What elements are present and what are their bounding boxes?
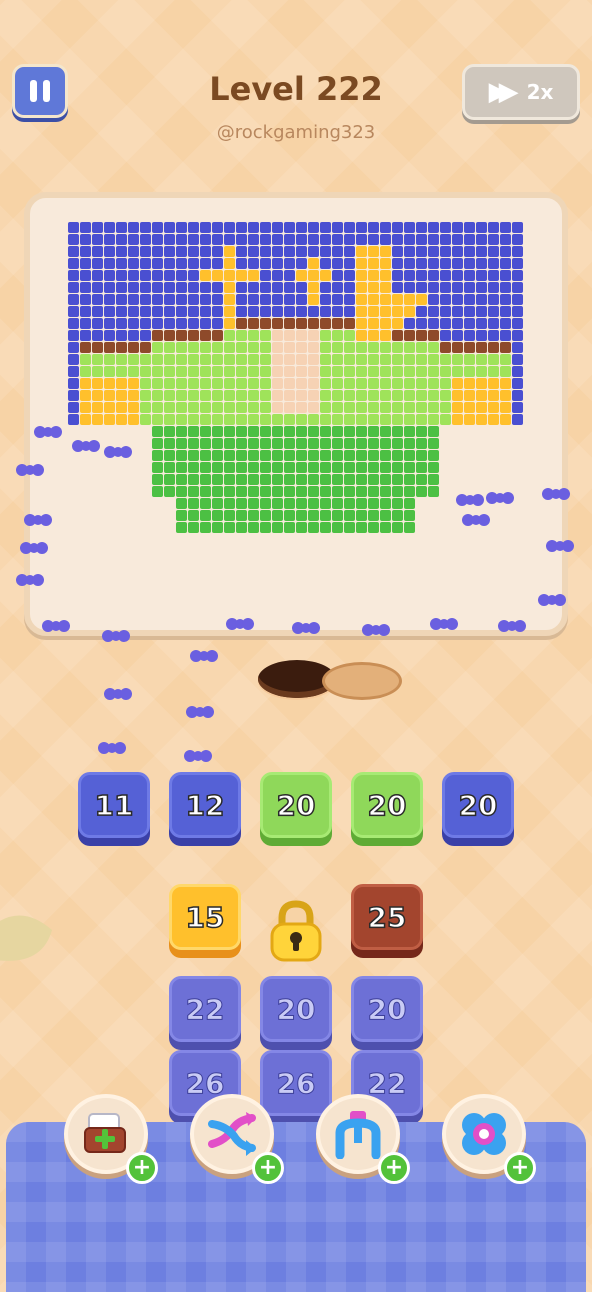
grid-box-r2c3[interactable]: 20: [351, 976, 423, 1042]
grid-box-brown[interactable]: 25: [351, 884, 423, 950]
queue-box-4[interactable]: 20: [351, 772, 423, 838]
add-booster-plus-1[interactable]: +: [126, 1152, 158, 1184]
add-booster-plus-4[interactable]: +: [504, 1152, 536, 1184]
grid-box-r2c1[interactable]: 22: [169, 976, 241, 1042]
queue-box-5[interactable]: 20: [442, 772, 514, 838]
pixel-art-moth: [68, 222, 523, 533]
queue-box-2[interactable]: 12: [169, 772, 241, 838]
add-box-booster-icon: [84, 1113, 126, 1153]
fast-forward-icon: ▶▶: [488, 77, 519, 107]
queue-box-1[interactable]: 11: [78, 772, 150, 838]
grid-box-r3c2[interactable]: 26: [260, 1050, 332, 1116]
shuffle-arrows-booster-icon: [208, 1112, 256, 1156]
grid-box-r2c2[interactable]: 20: [260, 976, 332, 1042]
username-label: @rockgaming323: [216, 122, 376, 143]
speed-label: 2x: [526, 80, 554, 104]
add-booster-plus-3[interactable]: +: [378, 1152, 410, 1184]
leaf-decoration: [0, 915, 52, 961]
ring-booster-icon: [462, 1113, 506, 1155]
grid-box-yellow[interactable]: 15: [169, 884, 241, 950]
padlock-icon[interactable]: [268, 900, 324, 962]
queue-box-3[interactable]: 20: [260, 772, 332, 838]
speed-button[interactable]: ▶▶ 2x: [462, 64, 580, 120]
hole-lid: [322, 662, 402, 700]
add-booster-plus-2[interactable]: +: [252, 1152, 284, 1184]
magnet-claw-booster-icon: [335, 1111, 381, 1159]
